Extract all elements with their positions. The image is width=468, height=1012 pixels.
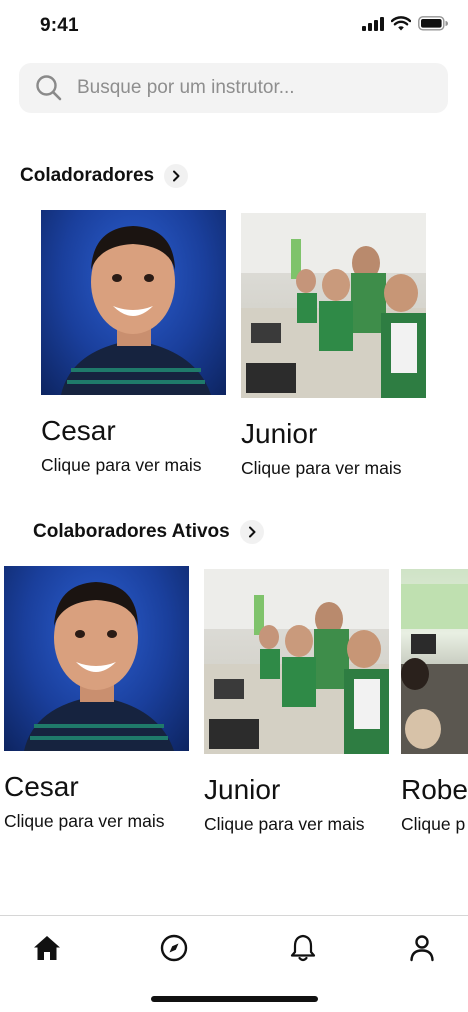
portrait-image	[61, 226, 211, 395]
instructor-photo	[241, 213, 426, 398]
wifi-icon	[391, 16, 411, 31]
instructor-photo	[401, 569, 468, 754]
status-bar: 9:41	[0, 0, 468, 52]
tab-explore[interactable]	[159, 933, 189, 963]
status-time: 9:41	[40, 15, 79, 36]
instructor-card[interactable]: Robe Clique p	[401, 569, 468, 835]
tab-home[interactable]	[32, 933, 62, 963]
compass-icon	[160, 934, 188, 962]
chevron-right-icon	[173, 170, 180, 182]
classroom-image	[241, 213, 426, 398]
instructor-card[interactable]: Junior Clique para ver mais	[204, 569, 404, 835]
search-icon	[36, 75, 62, 101]
tab-profile[interactable]	[407, 933, 437, 963]
search-bar[interactable]	[19, 63, 448, 113]
instructor-name: Junior	[241, 418, 318, 449]
instructor-card[interactable]: Cesar Clique para ver mais	[41, 210, 241, 476]
instructor-photo	[4, 566, 189, 751]
see-all-button[interactable]	[239, 520, 264, 544]
lab-image	[401, 584, 468, 754]
instructor-link[interactable]: Clique para ver mais	[204, 814, 404, 835]
instructor-card[interactable]: Junior Clique para ver mais	[241, 213, 441, 479]
classroom-image	[204, 569, 389, 754]
home-icon	[34, 936, 60, 960]
user-icon	[410, 935, 434, 962]
section-header-colaboradores[interactable]: Coladoradores	[20, 164, 189, 188]
chevron-right-icon	[248, 526, 256, 538]
section-header-colaboradores-ativos[interactable]: Colaboradores Ativos	[33, 520, 264, 544]
instructor-name: Cesar	[41, 415, 116, 446]
instructor-card[interactable]: Cesar Clique para ver mais	[4, 566, 204, 832]
instructor-link[interactable]: Clique p	[401, 814, 468, 835]
see-all-button[interactable]	[164, 164, 189, 188]
instructor-name: Junior	[204, 774, 281, 805]
instructor-photo	[41, 210, 226, 395]
home-indicator	[151, 996, 318, 1002]
search-input[interactable]	[77, 77, 417, 99]
section-title: Coladoradores	[20, 165, 155, 186]
cellular-signal-icon	[362, 16, 384, 31]
instructor-name: Robe	[401, 774, 468, 805]
instructor-link[interactable]: Clique para ver mais	[241, 458, 441, 479]
portrait-image	[24, 582, 174, 751]
battery-icon	[418, 16, 448, 31]
instructor-link[interactable]: Clique para ver mais	[4, 811, 204, 832]
status-icons	[362, 16, 448, 31]
section-title: Colaboradores Ativos	[33, 521, 230, 542]
instructor-link[interactable]: Clique para ver mais	[41, 455, 241, 476]
instructor-name: Cesar	[4, 771, 79, 802]
tab-notifications[interactable]	[288, 933, 318, 963]
bell-icon	[290, 934, 316, 962]
instructor-photo	[204, 569, 389, 754]
